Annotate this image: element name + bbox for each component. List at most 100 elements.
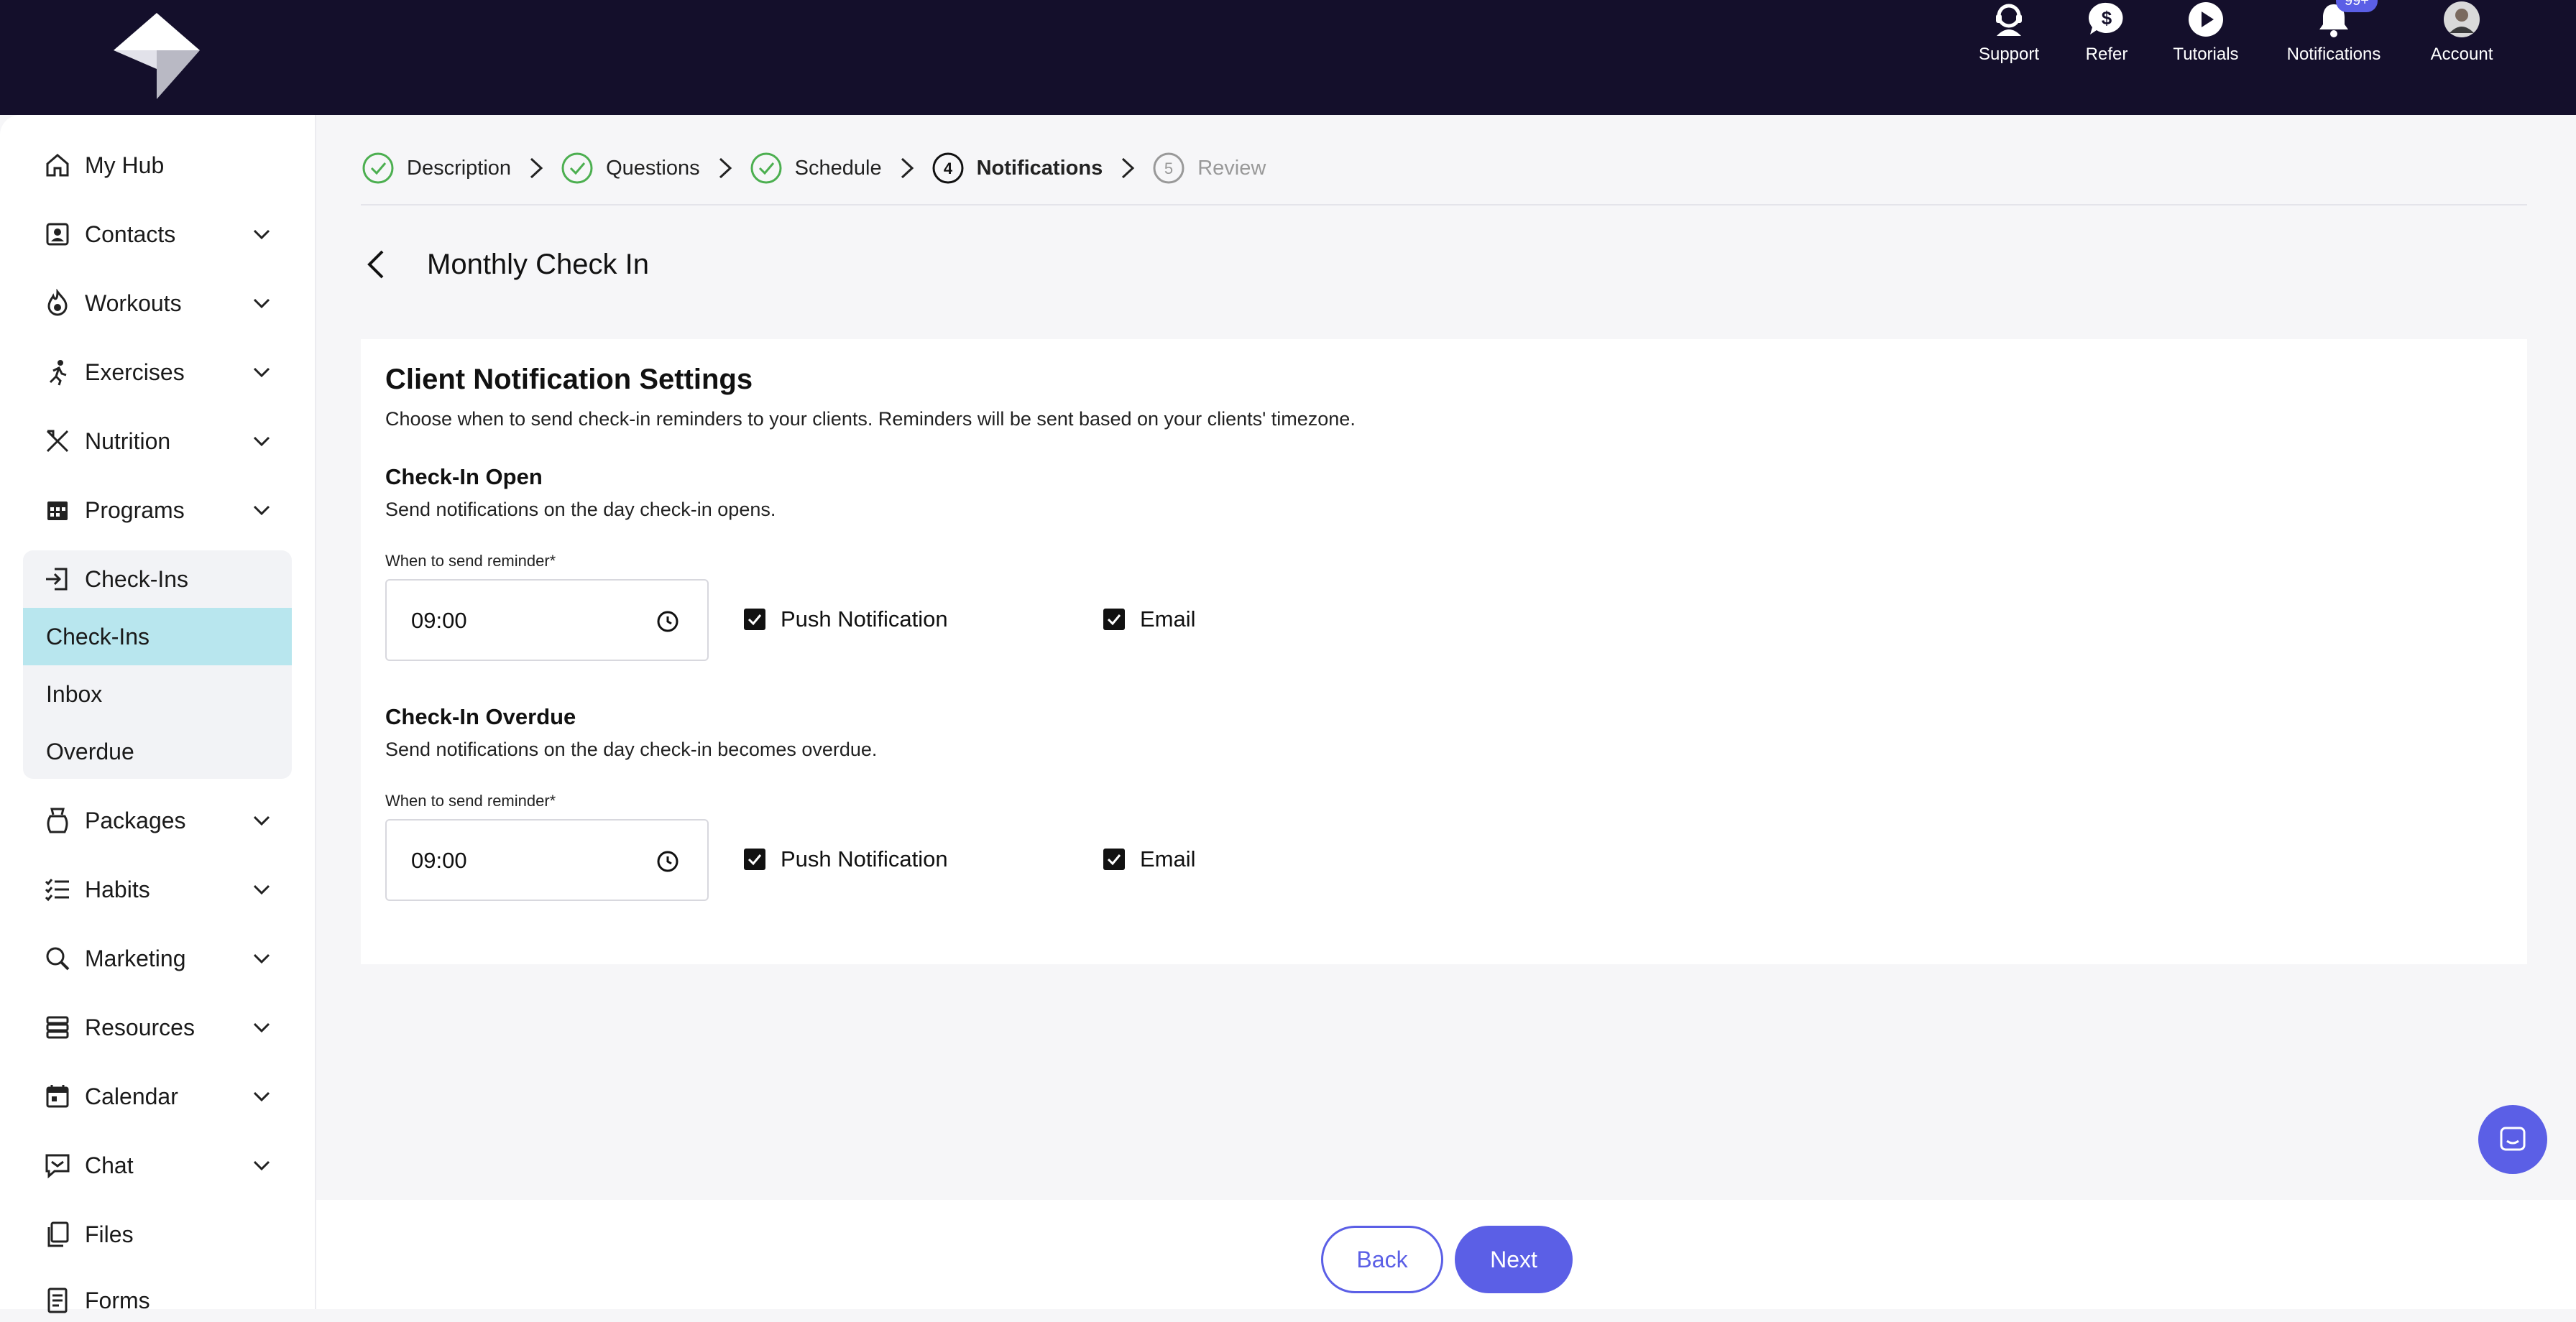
- step-description[interactable]: Description: [362, 152, 546, 184]
- sidebar-item-label: Packages: [85, 807, 186, 833]
- sign-in-icon: [46, 568, 68, 591]
- step-label: Questions: [606, 156, 700, 180]
- page-header: Monthly Check In: [362, 246, 649, 283]
- checkbox-label: Push Notification: [781, 606, 948, 632]
- sidebar-item-marketing[interactable]: Marketing: [43, 937, 273, 980]
- chevron-down-icon[interactable]: [250, 809, 273, 832]
- calendar-grid-icon: [47, 501, 68, 520]
- overdue-push-checkbox[interactable]: Push Notification: [743, 846, 948, 872]
- notification-settings-card: Client Notification Settings Choose when…: [361, 339, 2527, 964]
- back-arrow-icon[interactable]: [362, 246, 391, 283]
- sidebar-item-label: Chat: [85, 1152, 134, 1178]
- sidebar-item-label: Nutrition: [85, 427, 171, 454]
- headset-icon: [1996, 4, 2022, 36]
- overdue-time-input[interactable]: 09:00: [385, 819, 709, 901]
- section-description: Send notifications on the day check-in o…: [385, 499, 776, 520]
- chevron-right-icon: [719, 157, 732, 179]
- overdue-email-checkbox[interactable]: Email: [1103, 846, 1196, 872]
- submenu-item-overdue[interactable]: Overdue: [23, 723, 292, 780]
- sidebar-item-habits[interactable]: Habits: [43, 868, 273, 911]
- stack-icon: [46, 1016, 69, 1039]
- forms-icon: [47, 1288, 68, 1313]
- search-icon: [46, 947, 70, 971]
- topnav-account-label: Account: [2430, 45, 2493, 64]
- chevron-down-icon[interactable]: [250, 1085, 273, 1108]
- sidebar-item-my-hub[interactable]: My Hub: [43, 144, 273, 187]
- sidebar-item-calendar[interactable]: Calendar: [43, 1075, 273, 1118]
- sidebar-item-programs[interactable]: Programs: [43, 489, 273, 532]
- topnav-tutorials[interactable]: Tutorials: [2152, 0, 2260, 65]
- stepper: Description Questions Schedule 4 Notific…: [362, 147, 1282, 190]
- topnav-notifications[interactable]: Notifications 99+: [2280, 0, 2388, 65]
- step-notifications[interactable]: 4 Notifications: [932, 152, 1138, 184]
- step-label: Schedule: [794, 156, 882, 180]
- checkbox-label: Email: [1140, 606, 1196, 632]
- play-icon: [2189, 2, 2223, 37]
- contacts-icon: [46, 223, 69, 246]
- sidebar-item-resources[interactable]: Resources: [43, 1006, 273, 1049]
- chevron-down-icon[interactable]: [250, 430, 273, 453]
- chevron-right-icon: [1122, 157, 1135, 179]
- clock-icon[interactable]: [656, 609, 680, 634]
- topnav-support-label: Support: [1978, 45, 2040, 64]
- sidebar-item-contacts[interactable]: Contacts: [43, 213, 273, 256]
- topnav-support[interactable]: Support: [1955, 0, 2063, 65]
- open-email-checkbox[interactable]: Email: [1103, 606, 1196, 632]
- checkbox-checked-icon[interactable]: [743, 608, 766, 631]
- chevron-down-icon[interactable]: [250, 361, 273, 384]
- sidebar-item-workouts[interactable]: Workouts: [43, 282, 273, 325]
- sidebar-item-files[interactable]: Files: [43, 1213, 273, 1256]
- utensils-icon: [46, 430, 69, 453]
- submenu-item-inbox[interactable]: Inbox: [23, 665, 292, 723]
- divider: [361, 204, 2527, 205]
- checkbox-label: Push Notification: [781, 846, 948, 872]
- submenu-item-check-ins[interactable]: Check-Ins: [23, 608, 292, 665]
- chevron-down-icon[interactable]: [250, 947, 273, 970]
- topnav-refer[interactable]: $ Refer: [2053, 0, 2161, 65]
- checkbox-checked-icon[interactable]: [1103, 608, 1126, 631]
- chevron-down-icon[interactable]: [250, 292, 273, 315]
- sidebar-item-exercises[interactable]: Exercises: [43, 351, 273, 394]
- check-circle-icon: [750, 152, 782, 184]
- sidebar-item-forms[interactable]: Forms: [43, 1279, 273, 1322]
- clock-icon[interactable]: [656, 849, 680, 874]
- bag-icon: [47, 808, 68, 833]
- step-schedule[interactable]: Schedule: [750, 152, 916, 184]
- files-icon: [47, 1221, 69, 1247]
- next-button[interactable]: Next: [1455, 1226, 1573, 1293]
- step-number-icon: 4: [932, 152, 964, 184]
- chat-icon: [45, 1154, 70, 1179]
- topnav-account[interactable]: Account: [2408, 0, 2516, 65]
- checkbox-checked-icon[interactable]: [743, 848, 766, 871]
- sidebar-item-label: Calendar: [85, 1083, 178, 1109]
- sidebar-item-check-ins[interactable]: Check-Ins: [43, 558, 273, 601]
- open-push-checkbox[interactable]: Push Notification: [743, 606, 948, 632]
- open-time-input[interactable]: 09:00: [385, 579, 709, 661]
- back-button[interactable]: Back: [1321, 1226, 1443, 1293]
- chevron-down-icon[interactable]: [250, 878, 273, 901]
- chevron-down-icon[interactable]: [250, 499, 273, 522]
- brand-logo-icon[interactable]: [114, 13, 204, 99]
- sidebar-item-label: Marketing: [85, 945, 186, 971]
- step-questions[interactable]: Questions: [561, 152, 735, 184]
- chevron-down-icon[interactable]: [250, 1016, 273, 1039]
- sidebar-item-packages[interactable]: Packages: [43, 799, 273, 842]
- checklist-icon: [45, 879, 69, 902]
- sidebar-item-chat[interactable]: Chat: [43, 1144, 273, 1187]
- submenu-item-label: Overdue: [46, 738, 134, 764]
- step-number: 4: [943, 160, 952, 177]
- chevron-down-icon[interactable]: [250, 223, 273, 246]
- step-label: Description: [407, 156, 512, 180]
- chat-launcher-button[interactable]: [2478, 1105, 2547, 1174]
- card-description: Choose when to send check-in reminders t…: [385, 408, 1356, 430]
- submenu-item-label: Inbox: [46, 680, 103, 707]
- step-review[interactable]: 5 Review: [1153, 152, 1266, 184]
- section-title: Check-In Open: [385, 464, 543, 489]
- sidebar-item-label: My Hub: [85, 152, 165, 178]
- step-number-icon: 5: [1153, 152, 1184, 184]
- footer-bar: Back Next: [316, 1200, 2576, 1309]
- sidebar-item-nutrition[interactable]: Nutrition: [43, 420, 273, 463]
- chevron-down-icon[interactable]: [250, 1154, 273, 1177]
- sidebar-item-label: Resources: [85, 1014, 195, 1040]
- checkbox-checked-icon[interactable]: [1103, 848, 1126, 871]
